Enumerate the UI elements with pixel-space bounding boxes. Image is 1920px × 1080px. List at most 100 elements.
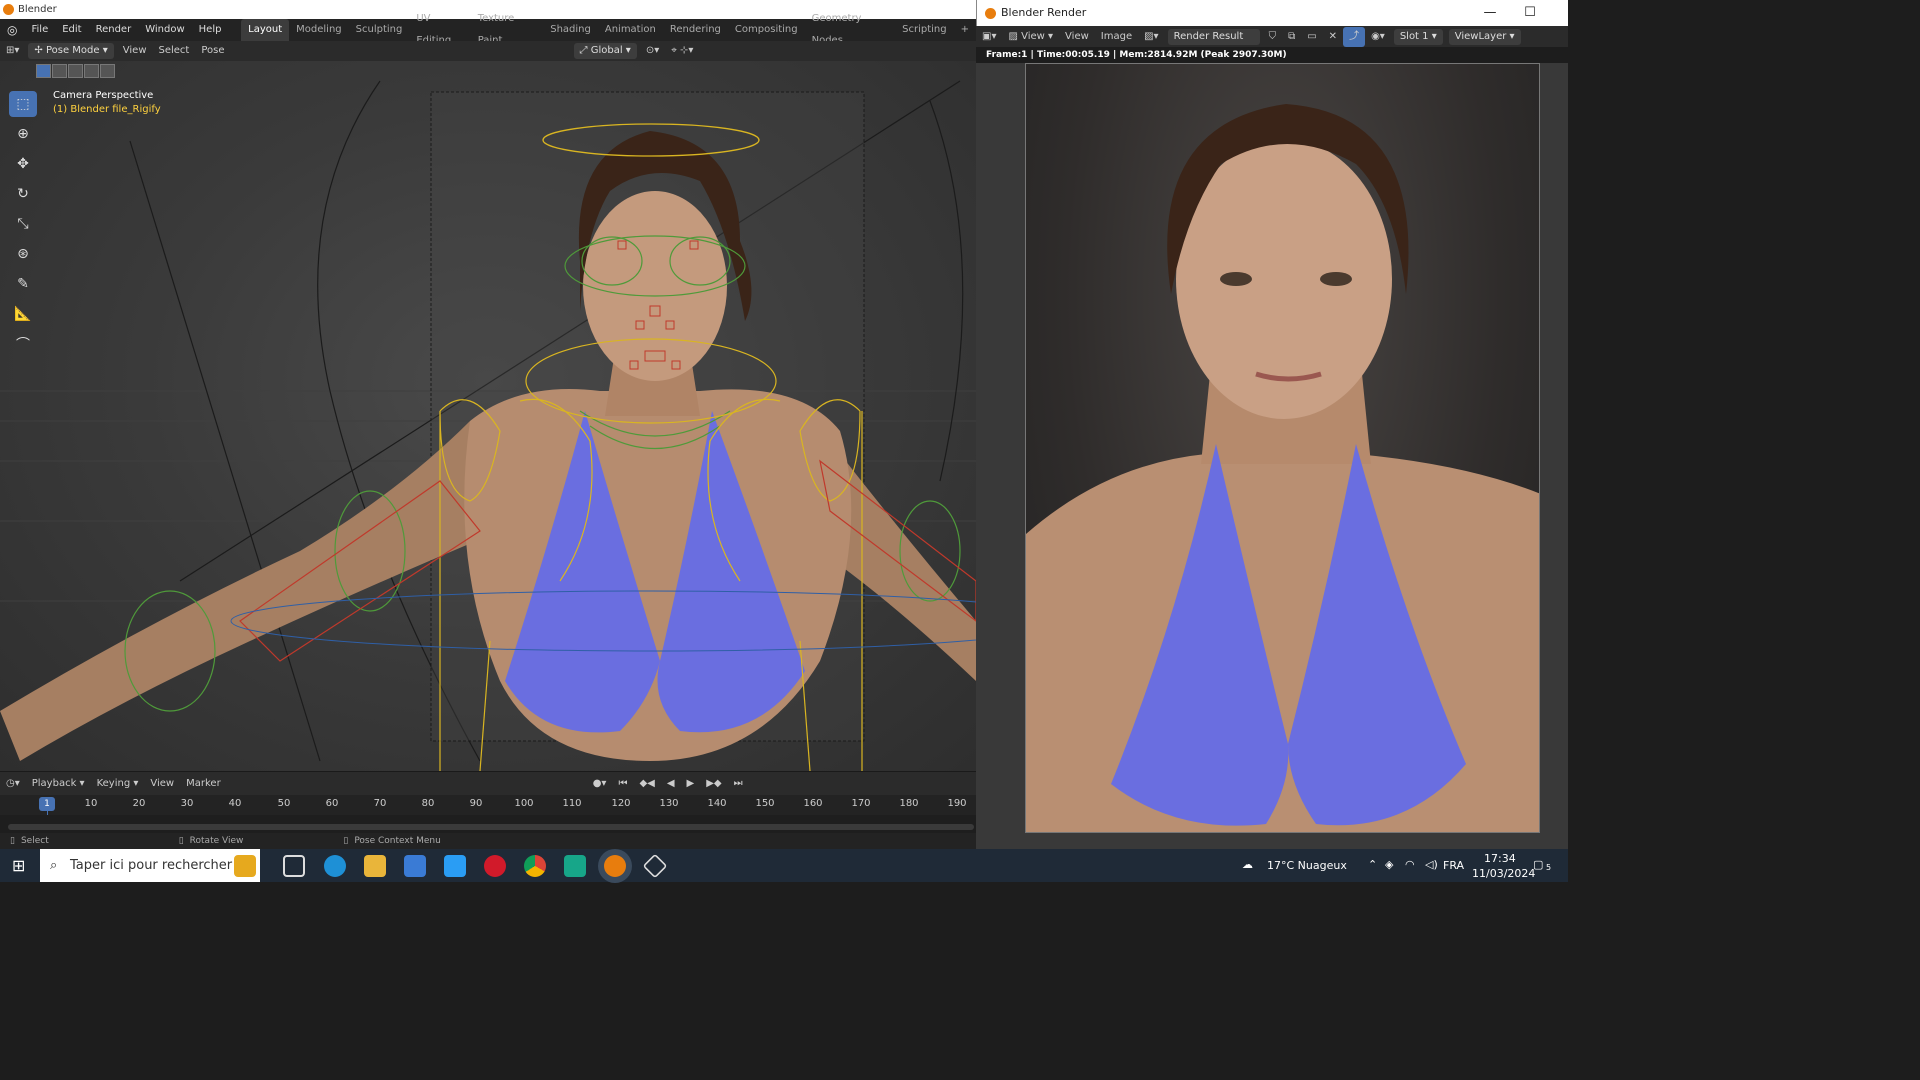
view-mode-dropdown[interactable]: ▨ View ▾ <box>1002 27 1059 47</box>
timeline-editor-icon[interactable]: ◷▾ <box>0 774 26 794</box>
menu-render[interactable]: Render <box>89 19 139 41</box>
render-right-eye <box>1320 272 1352 286</box>
editor-type-icon[interactable]: ⊞▾ <box>0 41 25 61</box>
tab-layout[interactable]: Layout <box>241 19 290 41</box>
sample-tool-icon[interactable]: ⤴ <box>1343 26 1366 47</box>
transform-icon[interactable]: ⊛ <box>9 241 37 267</box>
select-extend-icon[interactable] <box>52 64 67 78</box>
current-frame-indicator[interactable]: 1 <box>39 797 55 811</box>
menu-select[interactable]: Select <box>153 41 196 61</box>
render-portrait <box>1026 104 1539 832</box>
annotate-icon[interactable]: ✎ <box>9 271 37 297</box>
notification-icon[interactable]: ▢ <box>1533 858 1543 871</box>
menu-file[interactable]: File <box>24 19 55 41</box>
record-keyframe-icon[interactable]: ●▾ <box>587 774 613 794</box>
wifi-icon[interactable]: ◠ <box>1405 858 1415 871</box>
edge-icon[interactable] <box>324 855 346 877</box>
blender-logo-icon <box>985 8 996 19</box>
menu-timeline-view[interactable]: View <box>144 774 180 794</box>
menu-help[interactable]: Help <box>192 19 229 41</box>
jump-end-icon[interactable]: ⏭ <box>728 774 749 794</box>
tick-label: 80 <box>421 798 435 809</box>
app-m-icon[interactable] <box>564 855 586 877</box>
select-subtract-icon[interactable] <box>68 64 83 78</box>
tab-rendering[interactable]: Rendering <box>663 19 728 41</box>
image-editor-icon[interactable]: ▣▾ <box>976 27 1002 47</box>
tab-compositing[interactable]: Compositing <box>728 19 805 41</box>
jump-keyframe-forward-icon[interactable]: ▶◆ <box>700 774 727 794</box>
select-new-icon[interactable] <box>36 64 51 78</box>
tray-overflow-icon[interactable]: ⌃ <box>1368 858 1377 871</box>
overlay-icon[interactable]: ◉▾ <box>1365 27 1391 47</box>
tab-modeling[interactable]: Modeling <box>289 19 349 41</box>
menu-marker[interactable]: Marker <box>180 774 227 794</box>
viewport-header: ⊞▾ ✢ Pose Mode ▾ View Select Pose ⤢ Glob… <box>0 41 976 61</box>
3d-viewport[interactable] <box>0 61 976 771</box>
opera-icon[interactable] <box>484 855 506 877</box>
mouse-right-icon: ▯ <box>343 836 349 846</box>
menu-playback[interactable]: Playback ▾ <box>26 774 91 794</box>
maximize-icon[interactable]: ☐ <box>1512 0 1548 26</box>
clock-date[interactable]: 11/03/2024 <box>1472 867 1535 880</box>
pivot-icon[interactable]: ⊙▾ <box>640 41 665 61</box>
snap-icon[interactable]: ⌖ ⊹▾ <box>665 41 699 61</box>
notification-count: 5 <box>1546 863 1552 872</box>
tab-shading[interactable]: Shading <box>543 19 598 41</box>
fake-user-icon[interactable]: ⛉ <box>1263 27 1283 47</box>
blender-menu-icon[interactable]: ◎ <box>0 19 24 41</box>
mail-icon[interactable] <box>444 855 466 877</box>
pose-mode-icon: ✢ <box>34 45 46 56</box>
tab-sculpting[interactable]: Sculpting <box>349 19 410 41</box>
timeline-ruler[interactable]: 1 10 20 30 40 50 60 70 80 90 100 110 120… <box>0 795 976 829</box>
play-reverse-icon[interactable]: ◀ <box>661 774 681 794</box>
minimize-icon[interactable]: — <box>1472 0 1508 26</box>
menu-keying[interactable]: Keying ▾ <box>91 774 145 794</box>
relax-icon[interactable]: ⌒ <box>9 331 37 357</box>
weather-text[interactable]: 17°C Nuageux <box>1267 859 1347 872</box>
mode-dropdown[interactable]: ✢ Pose Mode ▾ <box>28 43 114 59</box>
clock-time[interactable]: 17:34 <box>1484 852 1516 865</box>
select-intersect-icon[interactable] <box>100 64 115 78</box>
tab-animation[interactable]: Animation <box>598 19 663 41</box>
menu-pose[interactable]: Pose <box>195 41 230 61</box>
blender-taskbar-icon[interactable] <box>604 855 626 877</box>
file-explorer-icon[interactable] <box>364 855 386 877</box>
scale-icon[interactable]: ⤡ <box>9 211 37 237</box>
network-icon[interactable]: ◈ <box>1385 858 1393 871</box>
timeline-scrollbar[interactable] <box>8 824 974 830</box>
measure-icon[interactable]: 📐 <box>9 301 37 327</box>
view-layer-dropdown[interactable]: ViewLayer ▾ <box>1448 28 1521 45</box>
slot-dropdown[interactable]: Slot 1 ▾ <box>1393 28 1443 45</box>
transform-orientation-dropdown[interactable]: ⤢ Global ▾ <box>573 43 637 59</box>
search-highlight-icon[interactable] <box>234 855 256 877</box>
task-view-icon[interactable] <box>283 855 305 877</box>
menu-view[interactable]: View <box>117 41 153 61</box>
volume-icon[interactable]: ◁) <box>1425 858 1438 871</box>
new-image-icon[interactable]: ⧉ <box>1282 27 1301 47</box>
cursor-icon[interactable]: ⊕ <box>9 121 37 147</box>
select-invert-icon[interactable] <box>84 64 99 78</box>
jump-start-icon[interactable]: ⏮ <box>612 774 633 794</box>
language-indicator[interactable]: FRA <box>1443 859 1464 872</box>
image-name-field[interactable]: Render Result <box>1167 28 1260 45</box>
tab-scripting[interactable]: Scripting <box>895 19 953 41</box>
move-icon[interactable]: ✥ <box>9 151 37 177</box>
store-icon[interactable] <box>404 855 426 877</box>
windows-start-icon[interactable]: ⊞ <box>12 856 25 875</box>
menu-image[interactable]: Image <box>1095 27 1138 47</box>
unlink-image-icon[interactable]: ✕ <box>1323 27 1343 47</box>
play-icon[interactable]: ▶ <box>681 774 701 794</box>
taskbar-search-input[interactable]: ⌕ Taper ici pour rechercher <box>40 849 260 882</box>
menu-window[interactable]: Window <box>138 19 191 41</box>
open-image-icon[interactable]: ▭ <box>1301 27 1322 47</box>
image-browse-icon[interactable]: ▨▾ <box>1138 27 1164 47</box>
add-workspace-button[interactable]: + <box>954 19 976 41</box>
menu-render-view[interactable]: View <box>1059 27 1095 47</box>
menu-edit[interactable]: Edit <box>55 19 88 41</box>
mouse-left-icon: ▯ <box>10 836 15 846</box>
tick-label: 120 <box>611 798 631 809</box>
select-box-icon[interactable]: ⬚ <box>9 91 37 117</box>
rotate-icon[interactable]: ↻ <box>9 181 37 207</box>
chrome-icon[interactable] <box>524 855 546 877</box>
jump-keyframe-back-icon[interactable]: ◆◀ <box>633 774 660 794</box>
